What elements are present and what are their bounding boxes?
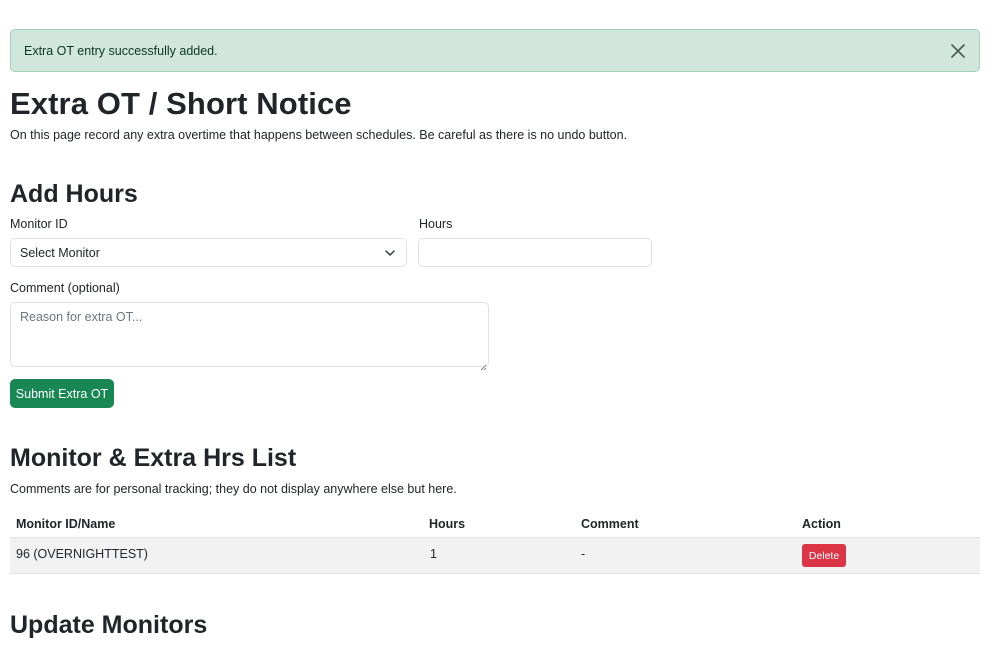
- page-title: Extra OT / Short Notice: [10, 86, 352, 121]
- delete-button[interactable]: Delete: [802, 544, 846, 567]
- monitor-select-value: Select Monitor: [20, 245, 100, 260]
- list-note: Comments are for personal tracking; they…: [10, 482, 457, 496]
- comment-textarea[interactable]: [10, 302, 489, 367]
- column-header-monitor: Monitor ID/Name: [16, 517, 116, 531]
- table-row: 96 (OVERNIGHTTEST) 1 - Delete: [10, 538, 980, 574]
- hours-input[interactable]: [418, 238, 652, 267]
- close-icon[interactable]: [947, 40, 969, 62]
- extra-hours-table: Monitor ID/Name Hours Comment Action 96 …: [10, 511, 980, 574]
- column-header-hours: Hours: [429, 517, 466, 531]
- cell-comment: -: [581, 547, 586, 561]
- list-heading: Monitor & Extra Hrs List: [10, 444, 297, 472]
- page-intro: On this page record any extra overtime t…: [10, 128, 628, 142]
- column-header-comment: Comment: [581, 517, 639, 531]
- update-monitors-heading: Update Monitors: [10, 611, 208, 639]
- monitor-id-label: Monitor ID: [10, 217, 68, 231]
- resize-grip-icon[interactable]: [480, 358, 487, 371]
- add-hours-heading: Add Hours: [10, 180, 138, 208]
- cell-monitor: 96 (OVERNIGHTTEST): [16, 547, 148, 561]
- chevron-down-icon: [384, 247, 396, 259]
- alert-message: Extra OT entry successfully added.: [24, 43, 218, 58]
- comment-label: Comment (optional): [10, 281, 120, 295]
- cell-hours: 1: [430, 547, 437, 561]
- submit-extra-ot-button[interactable]: Submit Extra OT: [10, 379, 114, 408]
- monitor-select[interactable]: Select Monitor: [10, 238, 407, 267]
- table-header: Monitor ID/Name Hours Comment Action: [10, 511, 980, 538]
- hours-label: Hours: [419, 217, 453, 231]
- success-alert: Extra OT entry successfully added.: [10, 29, 980, 72]
- column-header-action: Action: [802, 517, 841, 531]
